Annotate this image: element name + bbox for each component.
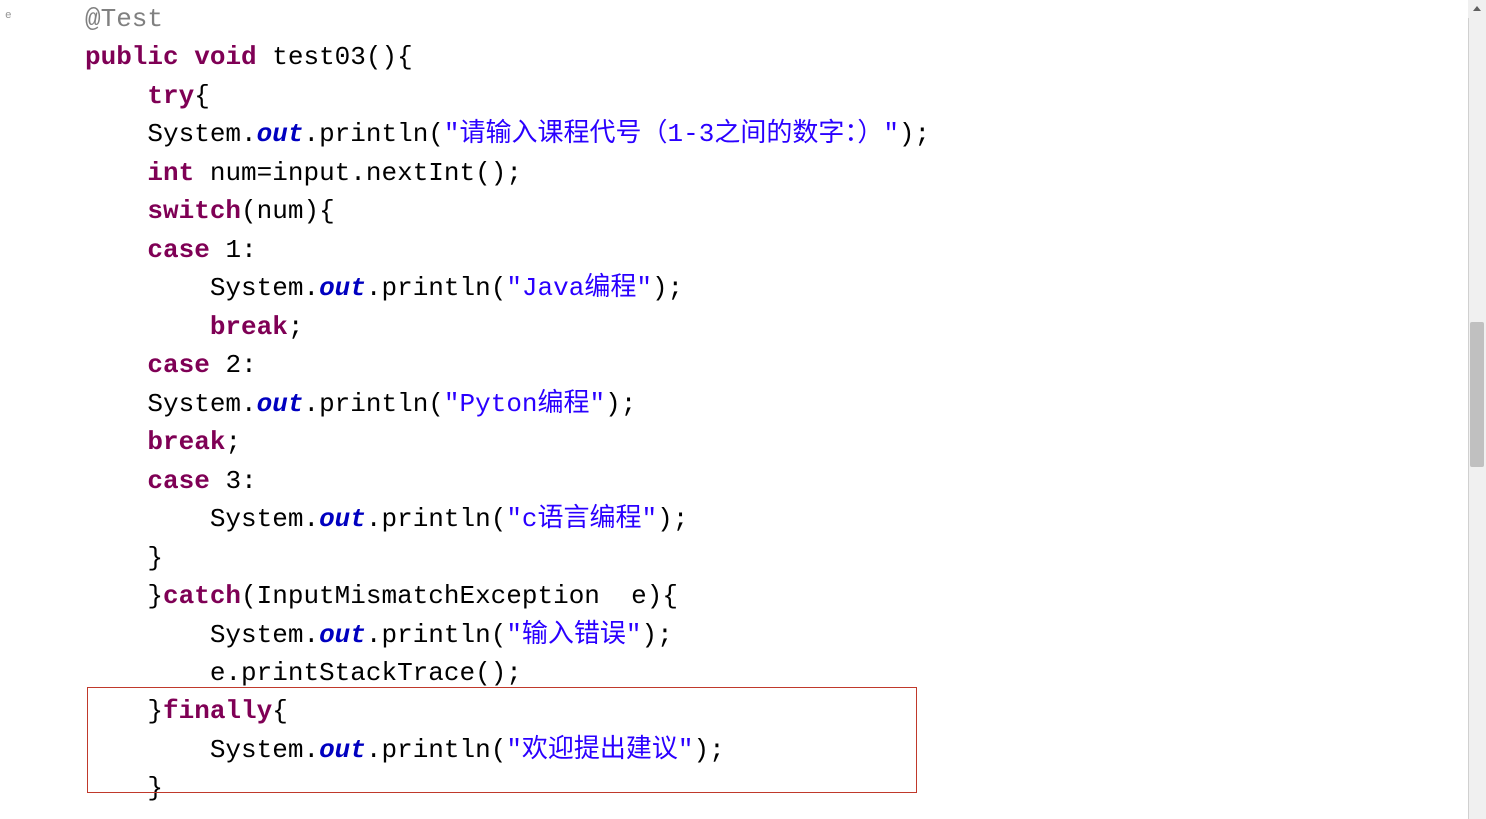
code-line: try{	[85, 77, 1486, 115]
code-line: }	[85, 769, 1486, 807]
code-line: System.out.println("Java编程");	[85, 269, 1486, 307]
keyword-break: break	[210, 312, 288, 342]
code-line: @Test	[85, 0, 1486, 38]
code-line: e.printStackTrace();	[85, 654, 1486, 692]
class-system: System	[147, 119, 241, 149]
field-out: out	[319, 620, 366, 650]
string-literal: "c语言编程"	[506, 504, 657, 534]
scrollbar-thumb[interactable]	[1470, 322, 1484, 467]
class-exception: InputMismatchException	[257, 581, 600, 611]
keyword-catch: catch	[163, 581, 241, 611]
keyword-break: break	[147, 427, 225, 457]
code-line: break;	[85, 423, 1486, 461]
class-system: System	[210, 620, 304, 650]
keyword-case: case	[147, 235, 209, 265]
field-out: out	[319, 735, 366, 765]
keyword-case: case	[147, 350, 209, 380]
scrollbar-vertical[interactable]	[1468, 0, 1486, 819]
literal-1: 1	[225, 235, 241, 265]
method-println: println	[381, 735, 490, 765]
keyword-try: try	[147, 81, 194, 111]
code-line: case 1:	[85, 231, 1486, 269]
keyword-case: case	[147, 466, 209, 496]
code-line: break;	[85, 308, 1486, 346]
field-out: out	[319, 504, 366, 534]
code-line: }finally{	[85, 692, 1486, 730]
method-println: println	[381, 620, 490, 650]
var-input: input	[272, 158, 350, 188]
code-line: }	[85, 539, 1486, 577]
string-literal: "输入错误"	[506, 620, 641, 650]
method-println: println	[319, 389, 428, 419]
literal-3: 3	[225, 466, 241, 496]
method-println: println	[381, 273, 490, 303]
string-literal: "请输入课程代号（1-3之间的数字：）"	[444, 119, 899, 149]
code-line: System.out.println("Pyton编程");	[85, 385, 1486, 423]
code-line: System.out.println("请输入课程代号（1-3之间的数字：）")…	[85, 115, 1486, 153]
keyword-switch: switch	[147, 196, 241, 226]
class-system: System	[210, 504, 304, 534]
keyword-void: void	[194, 42, 256, 72]
code-line: case 2:	[85, 346, 1486, 384]
scrollbar-arrow-up-icon[interactable]	[1468, 0, 1486, 18]
string-literal: "Java编程"	[506, 273, 652, 303]
var-num: num	[210, 158, 257, 188]
code-line: }catch(InputMismatchException e){	[85, 577, 1486, 615]
code-line: System.out.println("输入错误");	[85, 616, 1486, 654]
field-out: out	[319, 273, 366, 303]
code-line: public void test03(){	[85, 38, 1486, 76]
method-name: test03	[272, 42, 366, 72]
keyword-finally: finally	[163, 696, 272, 726]
string-literal: "Pyton编程"	[444, 389, 605, 419]
code-line: int num=input.nextInt();	[85, 154, 1486, 192]
code-line: System.out.println("c语言编程");	[85, 500, 1486, 538]
method-nextint: nextInt	[366, 158, 475, 188]
class-system: System	[147, 389, 241, 419]
method-println: println	[319, 119, 428, 149]
class-system: System	[210, 273, 304, 303]
literal-2: 2	[225, 350, 241, 380]
code-line: switch(num){	[85, 192, 1486, 230]
method-printstacktrace: printStackTrace	[241, 658, 475, 688]
var-e: e	[631, 581, 647, 611]
keyword-int: int	[147, 158, 194, 188]
string-literal: "欢迎提出建议"	[506, 735, 693, 765]
code-line: System.out.println("欢迎提出建议");	[85, 731, 1486, 769]
code-line: case 3:	[85, 462, 1486, 500]
method-println: println	[381, 504, 490, 534]
field-out: out	[257, 119, 304, 149]
annotation-text: @Test	[85, 4, 163, 34]
keyword-public: public	[85, 42, 179, 72]
field-out: out	[257, 389, 304, 419]
class-system: System	[210, 735, 304, 765]
var-num: num	[257, 196, 304, 226]
code-editor[interactable]: @Test public void test03(){ try{ System.…	[0, 0, 1486, 808]
var-e: e	[210, 658, 226, 688]
